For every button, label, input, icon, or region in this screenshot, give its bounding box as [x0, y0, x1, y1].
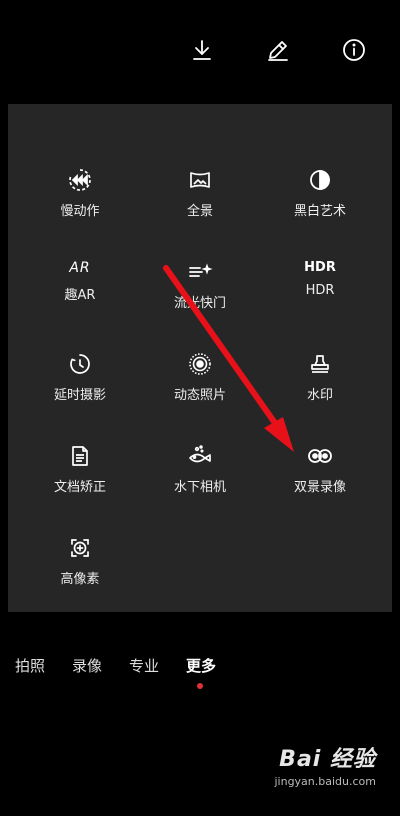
mode-ar[interactable]: AR 趣AR [16, 196, 144, 303]
watermark-url: jingyan.baidu.com [274, 775, 376, 788]
hdr-icon: HDR [304, 260, 336, 275]
mode-label: 水下相机 [173, 480, 226, 495]
modes-grid: 慢动作 全景 黑白艺术 AR 趣AR 流光快门 HDR HDR 延时摄影 动态照… [8, 104, 392, 612]
mode-light-painting[interactable]: 流光快门 [136, 196, 264, 311]
mode-slow-motion[interactable]: 慢动作 [16, 104, 144, 219]
slow-motion-icon [67, 168, 93, 192]
mode-hdr[interactable]: HDR HDR [256, 196, 384, 298]
mode-label: 双景录像 [293, 480, 346, 495]
ar-icon-text: AR [69, 260, 91, 276]
info-icon[interactable] [342, 38, 366, 62]
tab-video[interactable]: 录像 [72, 655, 102, 676]
hdr-icon-text: HDR [304, 260, 336, 275]
more-modes-panel: 慢动作 全景 黑白艺术 AR 趣AR 流光快门 HDR HDR 延时摄影 动态照… [8, 104, 392, 612]
mode-dual-view[interactable]: 双景录像 [256, 380, 384, 495]
mode-document[interactable]: 文档矫正 [16, 380, 144, 495]
monochrome-icon [307, 168, 333, 192]
mode-timelapse[interactable]: 延时摄影 [16, 288, 144, 403]
mode-label: 高像素 [60, 572, 100, 587]
ar-icon: AR [67, 260, 93, 276]
tab-photo[interactable]: 拍照 [15, 655, 45, 676]
underwater-fish-icon [187, 444, 213, 468]
panorama-icon [187, 168, 213, 192]
mode-watermark[interactable]: 水印 [256, 288, 384, 403]
dual-view-icon [307, 444, 333, 468]
mode-moving-picture[interactable]: 动态照片 [136, 288, 264, 403]
edit-pencil-icon[interactable] [266, 38, 290, 62]
light-painting-icon [187, 260, 213, 284]
watermark-brand: Bai 经验 [279, 747, 376, 772]
tab-more[interactable]: 更多 [186, 655, 216, 676]
document-icon [67, 444, 93, 468]
mode-panorama[interactable]: 全景 [136, 104, 264, 219]
active-tab-indicator [197, 683, 203, 689]
download-icon[interactable] [190, 38, 214, 62]
watermark-stamp-icon [307, 352, 333, 376]
mode-monochrome[interactable]: 黑白艺术 [256, 104, 384, 219]
mode-high-resolution[interactable]: 高像素 [16, 472, 144, 587]
top-action-bar [0, 0, 400, 100]
tab-pro[interactable]: 专业 [129, 655, 159, 676]
camera-mode-tabs: 拍照 录像 专业 更多 [0, 655, 400, 695]
mode-underwater[interactable]: 水下相机 [136, 380, 264, 495]
moving-picture-icon [187, 352, 213, 376]
timelapse-icon [67, 352, 93, 376]
baidu-jingyan-watermark: Bai 经验 jingyan.baidu.com [274, 741, 376, 788]
high-resolution-icon [67, 536, 93, 560]
